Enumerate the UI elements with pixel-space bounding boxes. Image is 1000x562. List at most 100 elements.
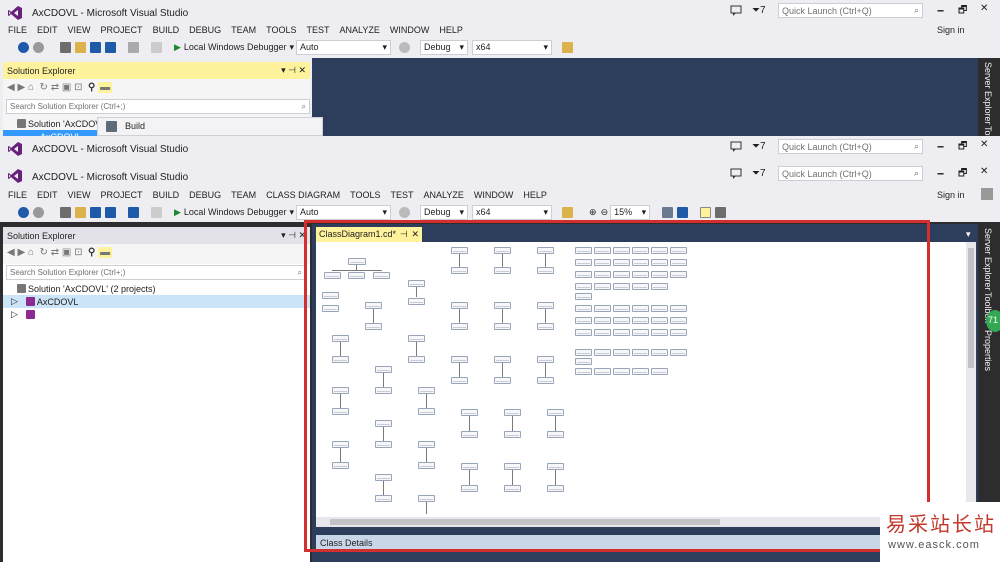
solution-node[interactable]: Solution 'AxCDOVL' (2 projects) <box>15 282 156 295</box>
open-icon[interactable] <box>75 206 86 218</box>
tab-dropdown[interactable]: ▾ <box>966 229 971 240</box>
menu-team[interactable]: TEAM <box>226 190 261 200</box>
attach-icon[interactable] <box>399 206 411 218</box>
back-icon[interactable] <box>18 41 29 53</box>
quick-launch-input[interactable]: Quick Launch (Ctrl+Q) ⌕ <box>778 166 923 181</box>
attach-icon[interactable] <box>399 41 411 53</box>
solution-node[interactable]: Solution 'AxCDOVL <box>15 117 106 130</box>
menu-team[interactable]: TEAM <box>226 25 261 35</box>
back-icon[interactable] <box>18 206 29 218</box>
find-icon[interactable] <box>562 206 574 218</box>
forward-icon[interactable] <box>33 41 44 53</box>
quick-launch-input[interactable]: Quick Launch (Ctrl+Q) ⌕ <box>778 139 923 154</box>
menu-help[interactable]: HELP <box>434 25 468 35</box>
menu-help[interactable]: HELP <box>518 190 552 200</box>
redo-icon[interactable] <box>151 206 162 218</box>
menu-test[interactable]: TEST <box>301 25 334 35</box>
menu-tools[interactable]: TOOLS <box>261 25 301 35</box>
sign-in-link[interactable]: Sign in <box>937 190 965 200</box>
open-icon[interactable] <box>75 41 86 53</box>
notification-count[interactable]: ⏷7 <box>752 168 766 179</box>
project-node-2[interactable]: ▷ <box>3 308 37 321</box>
restore-button[interactable]: 🗗 <box>958 3 967 20</box>
save-icon[interactable] <box>90 206 101 218</box>
close-button[interactable]: ✕ <box>980 139 988 150</box>
vertical-scrollbar[interactable] <box>966 242 976 527</box>
menu-view[interactable]: VIEW <box>63 190 96 200</box>
menu-analyze[interactable]: ANALYZE <box>334 25 384 35</box>
flag-icon[interactable] <box>730 141 742 152</box>
save-all-icon[interactable] <box>105 41 116 53</box>
minimize-button[interactable]: 🗕 <box>937 166 944 183</box>
layout-icon[interactable] <box>662 206 674 218</box>
editor-background <box>312 58 978 136</box>
solution-search-input[interactable]: Search Solution Explorer (Ctrl+;) ⌕ <box>6 99 310 114</box>
flag-icon[interactable] <box>730 5 742 16</box>
menu-file[interactable]: FILE <box>3 25 32 35</box>
panel-controls[interactable]: ▾ ⊣ ✕ <box>281 230 306 241</box>
menu-edit[interactable]: EDIT <box>32 190 63 200</box>
debugger-button[interactable]: Local Windows Debugger <box>184 42 287 52</box>
restore-button[interactable]: 🗗 <box>958 139 967 156</box>
build-config-combo[interactable]: Debug ▾ <box>420 204 469 220</box>
zoom-in-icon[interactable]: ⊕ <box>589 207 597 218</box>
properties-tab[interactable]: Properties <box>983 330 993 371</box>
close-button[interactable]: ✕ <box>980 166 988 177</box>
notification-count[interactable]: ⏷7 <box>752 5 766 16</box>
menu-tools[interactable]: TOOLS <box>345 190 385 200</box>
save-all-icon[interactable] <box>105 206 116 218</box>
menu-project[interactable]: PROJECT <box>96 25 148 35</box>
undo-icon[interactable] <box>128 41 139 53</box>
close-button[interactable]: ✕ <box>980 3 988 14</box>
build-config-combo[interactable]: Debug ▾ <box>420 39 469 55</box>
zoom-combo[interactable]: 15% ▾ <box>610 204 651 220</box>
menu-debug[interactable]: DEBUG <box>184 190 226 200</box>
platform-combo[interactable]: x64 ▾ <box>472 39 553 55</box>
menu-test[interactable]: TEST <box>386 190 419 200</box>
menu-analyze[interactable]: ANALYZE <box>419 190 469 200</box>
server-explorer-tab[interactable]: Server Explorer <box>983 62 993 125</box>
new-project-icon[interactable] <box>60 41 71 53</box>
sign-in-link[interactable]: Sign in <box>937 25 965 35</box>
toolbox-tab[interactable]: To <box>983 126 993 136</box>
play-icon[interactable]: ▶ <box>174 207 181 218</box>
save-icon[interactable] <box>90 41 101 53</box>
menu-window[interactable]: WINDOW <box>469 190 519 200</box>
play-icon[interactable]: ▶ <box>174 42 181 53</box>
project-icon <box>25 310 35 319</box>
platform-combo[interactable]: x64 ▾ <box>472 204 553 220</box>
menu-build[interactable]: BUILD <box>148 190 185 200</box>
flag-icon[interactable] <box>730 168 742 179</box>
config-combo[interactable]: Auto ▾ <box>296 39 392 55</box>
forward-icon[interactable] <box>33 206 44 218</box>
server-explorer-tab[interactable]: Server Explorer <box>983 228 993 291</box>
project-node[interactable]: ▷ AxCDOVL <box>3 295 310 308</box>
context-menu-build[interactable]: Build <box>125 121 145 131</box>
view-icon[interactable] <box>700 206 712 218</box>
menu-build[interactable]: BUILD <box>148 25 185 35</box>
debugger-button[interactable]: Local Windows Debugger <box>184 207 287 217</box>
menu-edit[interactable]: EDIT <box>32 25 63 35</box>
redo-icon[interactable] <box>151 41 162 53</box>
menu-class-diagram[interactable]: CLASS DIAGRAM <box>261 190 345 200</box>
undo-icon[interactable] <box>128 206 139 218</box>
group-icon[interactable] <box>715 206 727 218</box>
solution-search-input[interactable]: Search Solution Explorer (Ctrl+;) ⌕ <box>6 265 306 280</box>
minimize-button[interactable]: 🗕 <box>937 139 944 156</box>
restore-button[interactable]: 🗗 <box>958 166 967 183</box>
panel-controls[interactable]: ▾ ⊣ ✕ <box>281 65 306 76</box>
quick-launch-input[interactable]: Quick Launch (Ctrl+Q) ⌕ <box>778 3 923 18</box>
menu-view[interactable]: VIEW <box>63 25 96 35</box>
zoom-out-icon[interactable]: ⊖ <box>601 207 609 218</box>
menu-debug[interactable]: DEBUG <box>184 25 226 35</box>
find-icon[interactable] <box>562 41 574 53</box>
menu-project[interactable]: PROJECT <box>96 190 148 200</box>
menu-file[interactable]: FILE <box>3 190 32 200</box>
new-project-icon[interactable] <box>60 206 71 218</box>
config-combo[interactable]: Auto ▾ <box>296 204 392 220</box>
fit-icon[interactable] <box>677 206 689 218</box>
minimize-button[interactable]: 🗕 <box>937 3 944 20</box>
account-icon[interactable] <box>981 188 993 200</box>
notification-count[interactable]: ⏷7 <box>752 141 766 152</box>
menu-window[interactable]: WINDOW <box>385 25 435 35</box>
